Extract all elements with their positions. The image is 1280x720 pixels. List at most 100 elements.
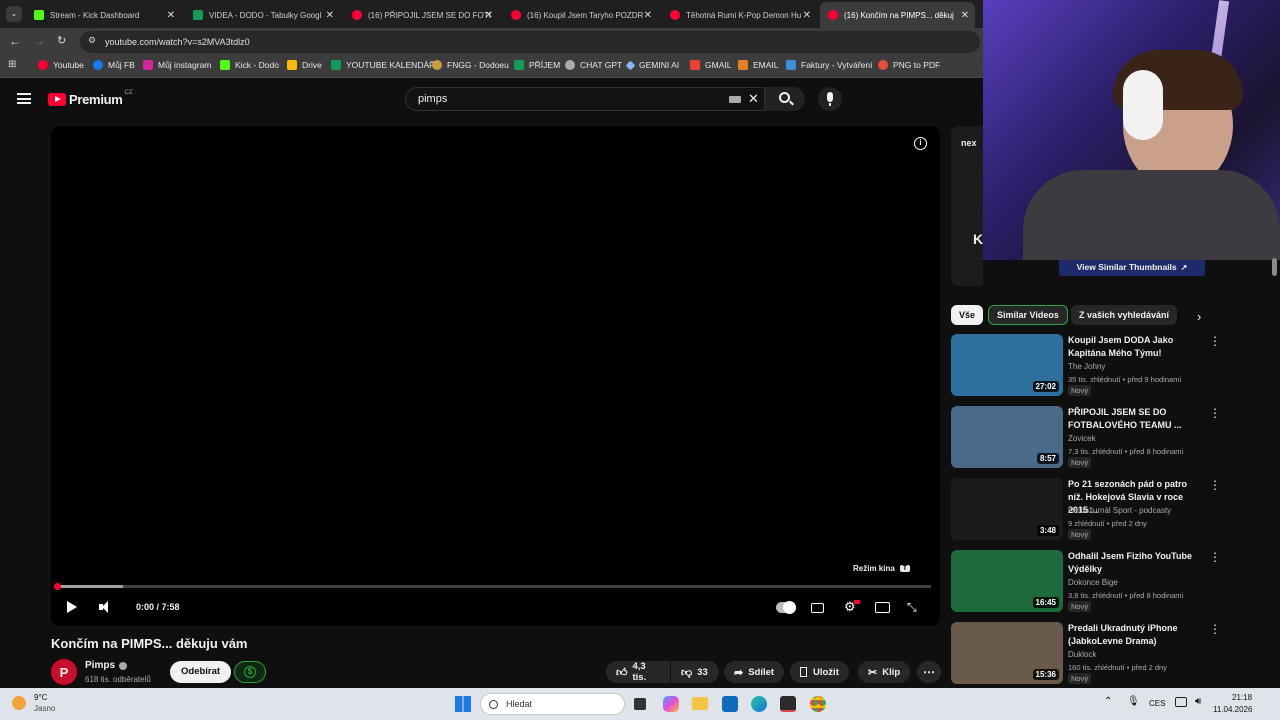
apps-icon[interactable]: ⊞ xyxy=(8,59,16,70)
bookmark-item[interactable]: Můj instagram xyxy=(143,60,211,70)
close-icon[interactable]: ✕ xyxy=(803,10,811,21)
search-input[interactable]: pimps ✕ xyxy=(405,87,765,111)
language-indicator[interactable]: CES xyxy=(1149,699,1165,708)
tab-search-button[interactable]: ⌄ xyxy=(6,6,22,22)
reload-icon[interactable]: ↻ xyxy=(57,34,66,47)
video-thumbnail[interactable]: 8:57 xyxy=(951,406,1063,468)
progress-track[interactable] xyxy=(54,583,931,590)
windows-start-icon[interactable] xyxy=(455,696,471,712)
bookmark-item[interactable]: CHAT GPT xyxy=(565,60,622,70)
video-thumbnail[interactable]: 15:36 xyxy=(951,622,1063,684)
bookmark-item[interactable]: FNGG - Dodoeu xyxy=(432,60,509,70)
clear-search-icon[interactable]: ✕ xyxy=(748,91,759,107)
bookmark-item[interactable]: GEMINI AI xyxy=(625,60,679,70)
clock-time[interactable]: 21:18 xyxy=(1232,693,1252,702)
close-icon[interactable]: ✕ xyxy=(167,10,175,21)
recommendation-item[interactable]: 3:48 Po 21 sezonách pád o patro níž. Hok… xyxy=(951,478,1231,542)
file-explorer-icon[interactable] xyxy=(692,697,708,710)
bookmark-item[interactable]: PNG to PDF xyxy=(878,60,940,70)
speaker-icon[interactable]: 🔊︎ xyxy=(1195,696,1201,707)
chevron-right-icon[interactable]: › xyxy=(1197,309,1201,324)
network-icon[interactable] xyxy=(1175,697,1187,707)
keyboard-icon[interactable] xyxy=(729,96,741,103)
microphone-tray-icon[interactable]: 🎙︎ xyxy=(1127,696,1140,707)
site-info-icon[interactable]: ⚙ xyxy=(88,35,96,46)
recommendation-channel[interactable]: Duklock xyxy=(1068,650,1096,659)
browser-tab[interactable]: VIDEA - DODO - Tabulky Googl ✕ xyxy=(185,4,340,26)
autoplay-toggle[interactable] xyxy=(776,601,796,614)
browser-tab[interactable]: (16) PŘIPOJIL JSEM SE DO FOTI ✕ xyxy=(344,4,499,26)
voice-search-button[interactable] xyxy=(818,87,842,111)
like-button[interactable]: 👍︎ 4,3 tis. xyxy=(606,661,670,683)
youtube-logo[interactable]: Premium CZ xyxy=(48,90,133,107)
browser-tab[interactable]: Těhotná Rumi K-Pop Demon Hu ✕ xyxy=(662,4,817,26)
dislike-button[interactable]: 👎︎ 33 xyxy=(671,661,719,683)
search-button[interactable] xyxy=(765,87,805,111)
more-vert-icon[interactable]: ⋮ xyxy=(1209,334,1221,348)
recommendation-title[interactable]: Predali Ukradnutý iPhone (JabkoLevne Dra… xyxy=(1068,622,1198,648)
more-vert-icon[interactable]: ⋮ xyxy=(1209,550,1221,564)
chrome-icon[interactable] xyxy=(810,696,826,712)
browser-tab-active[interactable]: (16) Končím na PIMPS... děkuj ✕ xyxy=(820,2,975,28)
channel-avatar[interactable]: P xyxy=(51,659,77,685)
video-thumbnail[interactable]: 27:02 xyxy=(951,334,1063,396)
view-similar-thumbnails-button[interactable]: View Similar Thumbnails ↗ xyxy=(1059,258,1205,276)
bookmark-item[interactable]: Kick - Dodo xyxy=(220,60,279,70)
recommendation-item[interactable]: 27:02 Koupil Jsem DODA Jako Kapitána Méh… xyxy=(951,334,1231,398)
chip-all[interactable]: Vše xyxy=(951,305,984,325)
close-icon[interactable]: ✕ xyxy=(644,10,652,21)
taskbar-search[interactable]: Hledat xyxy=(480,693,625,715)
recommendation-channel[interactable]: Radiožurnál Sport - podcasty xyxy=(1068,506,1171,515)
bookmark-item[interactable]: PŘÍJEM xyxy=(514,60,560,70)
task-view-icon[interactable] xyxy=(634,698,646,710)
copilot-icon[interactable] xyxy=(663,696,679,712)
browser-tab[interactable]: (16) Koupil Jsem Taryho POZDR ✕ xyxy=(503,4,658,26)
chip-similar-videos[interactable]: Similar Videos xyxy=(988,305,1068,325)
browser-tab[interactable]: Stream - Kick Dashboard ✕ xyxy=(26,4,181,26)
close-icon[interactable]: ✕ xyxy=(961,10,969,21)
recommendation-title[interactable]: Odhalil Jsem Fiziho YouTube Výdělky xyxy=(1068,550,1198,576)
bookmark-item[interactable]: GMAIL xyxy=(690,60,731,70)
save-button[interactable]: Uložit xyxy=(790,661,849,683)
theater-mode-icon[interactable] xyxy=(875,602,890,613)
chip-from-searches[interactable]: Z vašich vyhledávání xyxy=(1071,305,1178,325)
subtitles-icon[interactable] xyxy=(811,603,824,613)
clip-button[interactable]: ✂ Klip xyxy=(858,661,911,683)
recommendation-item[interactable]: 8:57 PŘIPOJIL JSEM SE DO FOTBALOVÉHO TEA… xyxy=(951,406,1231,470)
bookmark-item[interactable]: Drive xyxy=(287,60,322,70)
scrubber-handle[interactable] xyxy=(54,583,61,590)
bookmark-item[interactable]: Youtube xyxy=(38,60,84,70)
recommendation-item[interactable]: 16:45 Odhalil Jsem Fiziho YouTube Výdělk… xyxy=(951,550,1231,614)
forward-icon[interactable]: → xyxy=(33,34,45,48)
bookmark-item[interactable]: EMAIL xyxy=(738,60,779,70)
join-button[interactable]: $ xyxy=(234,661,266,683)
more-vert-icon[interactable]: ⋮ xyxy=(1209,478,1221,492)
edge-icon[interactable] xyxy=(751,696,767,712)
address-bar[interactable]: ⚙ youtube.com/watch?v=s2MVA3tdlz0 xyxy=(80,31,980,53)
video-thumbnail[interactable]: 16:45 xyxy=(951,550,1063,612)
video-thumbnail[interactable]: 3:48 xyxy=(951,478,1063,540)
more-vert-icon[interactable]: ⋮ xyxy=(1209,622,1221,636)
bookmark-item[interactable]: Můj FB xyxy=(93,60,135,70)
subscribe-button[interactable]: Odebírat xyxy=(170,661,232,683)
back-icon[interactable]: ← xyxy=(9,34,21,48)
close-icon[interactable]: ✕ xyxy=(485,10,493,21)
fullscreen-icon[interactable]: ⤡ xyxy=(907,600,917,615)
more-vert-icon[interactable]: ⋮ xyxy=(1209,406,1221,420)
close-icon[interactable]: ✕ xyxy=(326,10,334,21)
channel-name[interactable]: Pimps xyxy=(85,660,128,671)
video-player[interactable]: i Režim kina T 0:00 / 7:58 ⚙ ⤡ xyxy=(51,126,940,626)
volume-icon[interactable] xyxy=(99,601,111,613)
app-icon[interactable] xyxy=(780,696,796,712)
clock-date[interactable]: 11.04.2026 xyxy=(1213,705,1252,714)
bookmark-item[interactable]: Faktury - Vytváření xyxy=(786,60,872,70)
recommendation-title[interactable]: PŘIPOJIL JSEM SE DO FOTBALOVÉHO TEAMU ..… xyxy=(1068,406,1198,432)
scrollbar[interactable] xyxy=(1272,258,1277,276)
recommendation-channel[interactable]: The Johny xyxy=(1068,362,1105,371)
bookmark-item[interactable]: YOUTUBE KALENDÁŘ xyxy=(331,60,435,70)
menu-icon[interactable] xyxy=(17,93,31,104)
recommendation-title[interactable]: Koupil Jsem DODA Jako Kapitána Mého Týmu… xyxy=(1068,334,1198,360)
more-actions-button[interactable]: ⋯ xyxy=(917,661,941,683)
info-icon[interactable]: i xyxy=(914,137,927,150)
outlook-icon[interactable] xyxy=(722,696,738,712)
